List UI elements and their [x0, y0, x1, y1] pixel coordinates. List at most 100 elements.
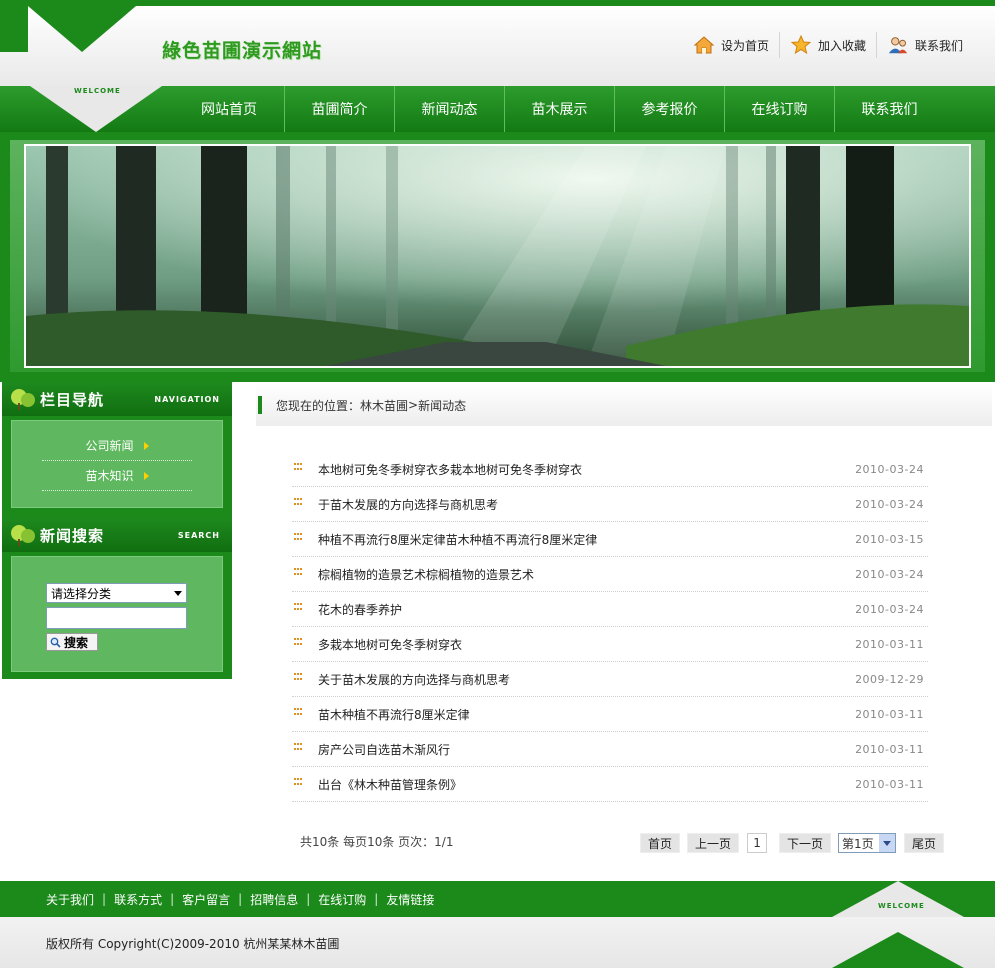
breadcrumb-separator: >	[408, 398, 419, 412]
news-title[interactable]: 本地树可免冬季树穿衣多栽本地树可免冬季树穿衣	[318, 461, 582, 478]
add-favorite-label: 加入收藏	[817, 38, 866, 53]
list-item[interactable]: 本地树可免冬季树穿衣多栽本地树可免冬季树穿衣 2010-03-24	[292, 452, 928, 487]
list-item[interactable]: 棕榈植物的造景艺术棕榈植物的造景艺术 2010-03-24	[292, 557, 928, 592]
news-title[interactable]: 花木的春季养护	[318, 601, 402, 618]
footer-link-guestbook[interactable]: 客户留言	[182, 891, 230, 908]
breadcrumb: 您现在的位置： 林木苗圃 > 新闻动态	[256, 384, 992, 426]
banner-inner	[10, 140, 985, 372]
footer-separator: |	[374, 892, 379, 906]
news-date: 2010-03-24	[855, 497, 924, 511]
bullet-icon	[294, 603, 302, 611]
nav-products[interactable]: 苗木展示	[504, 86, 614, 132]
news-title[interactable]: 关于苗木发展的方向选择与商机思考	[318, 671, 510, 688]
sidebar-item-nursery-knowledge[interactable]: 苗木知识	[42, 461, 192, 491]
news-date: 2010-03-24	[855, 462, 924, 476]
news-title[interactable]: 多栽本地树可免冬季树穿衣	[318, 636, 462, 653]
page-select[interactable]: 第1页	[838, 833, 897, 853]
news-title[interactable]: 出台《林木种苗管理条例》	[318, 776, 462, 793]
header-links: 设为首页 加入收藏 联系我们	[683, 32, 973, 58]
site-title: 綠色苗圃演示網站	[162, 40, 323, 62]
first-page-button[interactable]: 首页	[640, 833, 681, 853]
list-item[interactable]: 房产公司自选苗木渐风行 2010-03-11	[292, 732, 928, 767]
list-item[interactable]: 出台《林木种苗管理条例》 2010-03-11	[292, 767, 928, 802]
nav-about[interactable]: 苗圃简介	[284, 86, 394, 132]
star-icon	[790, 34, 812, 56]
header-notch-fill	[0, 6, 28, 52]
arrow-right-icon	[143, 471, 149, 480]
bullet-icon	[294, 673, 302, 681]
list-item[interactable]: 花木的春季养护 2010-03-24	[292, 592, 928, 627]
footer-triangle	[832, 932, 964, 968]
pager-info: 共10条 每页10条 页次：1/1	[300, 835, 454, 849]
set-homepage-label: 设为首页	[720, 38, 769, 53]
contact-person-icon	[887, 34, 909, 56]
current-page-number[interactable]: 1	[747, 833, 768, 853]
news-date: 2010-03-24	[855, 602, 924, 616]
footer-corner-block	[964, 881, 995, 917]
category-select[interactable]: 请选择分类	[46, 583, 187, 603]
bullet-icon	[294, 708, 302, 716]
bullet-icon	[294, 533, 302, 541]
bullet-icon	[294, 743, 302, 751]
keyword-input[interactable]	[46, 607, 187, 629]
footer-separator: |	[306, 892, 311, 906]
news-title[interactable]: 种植不再流行8厘米定律苗木种植不再流行8厘米定律	[318, 531, 597, 548]
breadcrumb-home[interactable]: 林木苗圃	[360, 397, 408, 414]
contact-us-link[interactable]: 联系我们	[875, 32, 973, 58]
sidebar-item-label: 公司新闻	[85, 439, 134, 453]
news-title[interactable]: 于苗木发展的方向选择与商机思考	[318, 496, 498, 513]
search-button[interactable]: 搜索	[46, 633, 98, 651]
copyright-text: 版权所有 Copyright(C)2009-2010 杭州某某林木苗圃	[46, 937, 340, 951]
category-select-value: 请选择分类	[51, 586, 112, 601]
footer-link-contact[interactable]: 联系方式	[114, 891, 162, 908]
banner-area	[0, 132, 995, 382]
bullet-icon	[294, 463, 302, 471]
main-nav: 网站首页 苗圃简介 新闻动态 苗木展示 参考报价 在线订购 联系我们	[174, 86, 944, 132]
news-date: 2010-03-11	[855, 742, 924, 756]
nav-section-title: 栏目导航	[40, 390, 105, 409]
footer-separator: |	[170, 892, 175, 906]
news-date: 2010-03-11	[855, 777, 924, 791]
next-page-button[interactable]: 下一页	[779, 833, 832, 853]
news-date: 2010-03-15	[855, 532, 924, 546]
sidebar-item-company-news[interactable]: 公司新闻	[42, 431, 192, 461]
list-item[interactable]: 于苗木发展的方向选择与商机思考 2010-03-24	[292, 487, 928, 522]
pagination: 首页 上一页 1 下一页 第1页 尾页	[640, 833, 951, 853]
nav-order[interactable]: 在线订购	[724, 86, 834, 132]
sidebar: 栏目导航 NAVIGATION 公司新闻 苗木知识 新闻搜索 SEARCH 请选…	[2, 382, 232, 679]
news-title[interactable]: 房产公司自选苗木渐风行	[318, 741, 450, 758]
footer-separator: |	[238, 892, 243, 906]
news-date: 2010-03-24	[855, 567, 924, 581]
search-section-title-en: SEARCH	[177, 531, 220, 540]
list-item[interactable]: 多栽本地树可免冬季树穿衣 2010-03-11	[292, 627, 928, 662]
footer-link-order[interactable]: 在线订购	[318, 891, 366, 908]
list-item[interactable]: 苗木种植不再流行8厘米定律 2010-03-11	[292, 697, 928, 732]
nav-news[interactable]: 新闻动态	[394, 86, 504, 132]
nav-contact[interactable]: 联系我们	[834, 86, 944, 132]
footer-link-jobs[interactable]: 招聘信息	[250, 891, 298, 908]
chevron-down-icon	[174, 590, 182, 596]
nav-section-header: 栏目导航 NAVIGATION	[2, 382, 232, 416]
footer-separator: |	[102, 892, 107, 906]
breadcrumb-current: 新闻动态	[418, 398, 467, 413]
last-page-button[interactable]: 尾页	[904, 833, 945, 853]
bullet-icon	[294, 638, 302, 646]
category-menu: 公司新闻 苗木知识	[11, 420, 223, 508]
nav-prices[interactable]: 参考报价	[614, 86, 724, 132]
set-homepage-link[interactable]: 设为首页	[683, 32, 779, 58]
news-title[interactable]: 苗木种植不再流行8厘米定律	[318, 706, 470, 723]
footer-link-friends[interactable]: 友情链接	[386, 891, 434, 908]
add-favorite-link[interactable]: 加入收藏	[778, 32, 876, 58]
search-icon	[50, 637, 61, 648]
list-item[interactable]: 关于苗木发展的方向选择与商机思考 2009-12-29	[292, 662, 928, 697]
news-title[interactable]: 棕榈植物的造景艺术棕榈植物的造景艺术	[318, 566, 534, 583]
chevron-down-icon	[879, 834, 896, 852]
footer-welcome-text: WELCOME	[878, 902, 925, 910]
news-list: 本地树可免冬季树穿衣多栽本地树可免冬季树穿衣 2010-03-24 于苗木发展的方…	[292, 452, 928, 802]
news-search-box: 请选择分类 搜索	[11, 556, 223, 672]
tree-icon	[11, 389, 35, 410]
list-item[interactable]: 种植不再流行8厘米定律苗木种植不再流行8厘米定律 2010-03-15	[292, 522, 928, 557]
nav-home[interactable]: 网站首页	[174, 86, 284, 132]
prev-page-button[interactable]: 上一页	[687, 833, 740, 853]
footer-link-about[interactable]: 关于我们	[46, 891, 94, 908]
